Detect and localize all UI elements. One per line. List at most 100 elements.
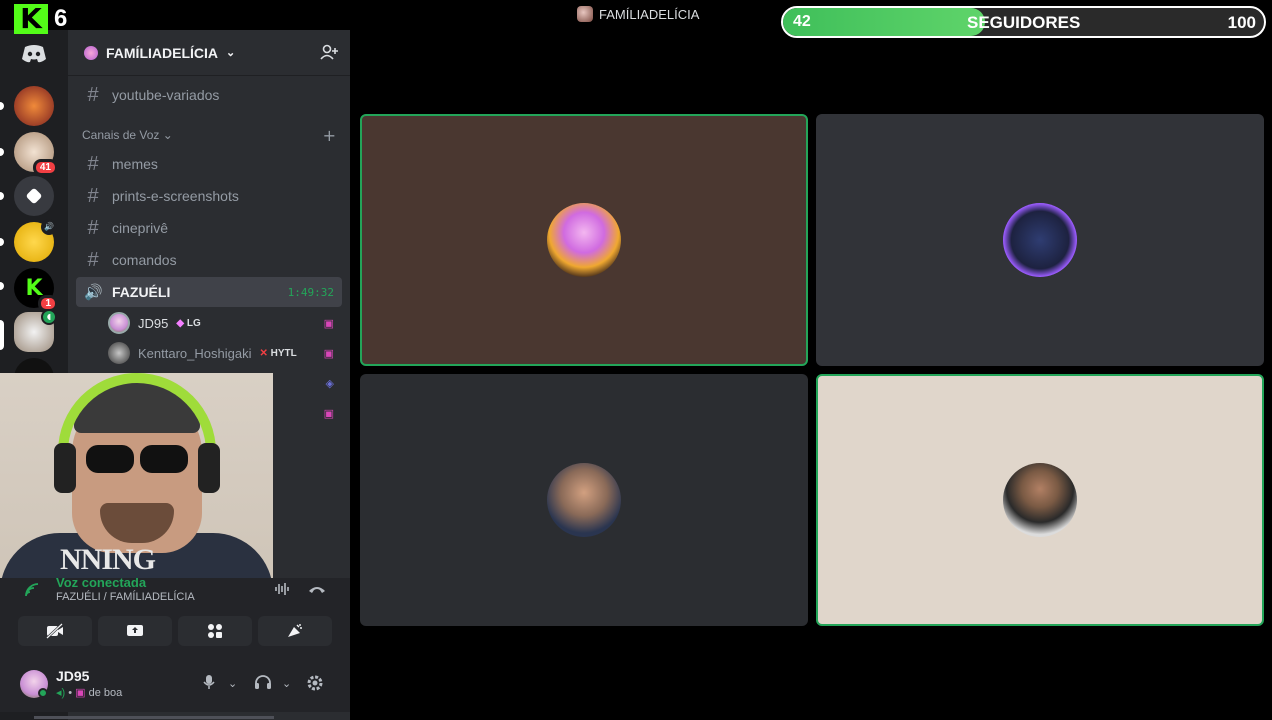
voice-user-name: Kenttaro_Hoshigaki — [138, 345, 252, 361]
voice-stage — [350, 30, 1272, 720]
speaker-muted-icon: ◂) — [56, 687, 66, 699]
followers-current: 42 — [793, 13, 811, 30]
noise-suppression-icon[interactable] — [274, 581, 290, 601]
channel-cineprive[interactable]: # cineprivê — [76, 213, 342, 243]
channel-label: FAZUÉLI — [112, 284, 171, 300]
headphones-icon[interactable] — [254, 674, 272, 694]
voice-user-name: JD95 — [138, 315, 169, 331]
add-channel-icon[interactable]: + — [323, 126, 336, 145]
disconnect-icon[interactable] — [308, 581, 326, 601]
voice-connection-panel: Voz conectada FAZUÉLI / FAMÍLIADELÍCIA — [0, 575, 350, 660]
sword-icon: ✕ — [259, 347, 268, 359]
participant-tile[interactable] — [360, 114, 808, 366]
user-panel: JD95 ◂) • ▣ de boa ⌄ ⌄ — [0, 660, 350, 712]
followers-goal: 100 — [1227, 13, 1256, 32]
activity-icon: ▣ — [323, 347, 334, 360]
server-boost-icon — [84, 45, 98, 60]
channel-memes[interactable]: # memes — [76, 149, 342, 179]
camera-off-icon — [46, 623, 63, 639]
server-icon-familiadelicia[interactable]: ◖ — [14, 309, 57, 352]
user-tag-text: LG — [186, 317, 201, 329]
kick-overlay: K 6 — [14, 4, 67, 34]
hash-icon: # — [87, 83, 99, 106]
soundboard-button[interactable] — [258, 616, 332, 646]
user-tag: ◆ LG — [176, 318, 200, 329]
screen-share-icon — [127, 625, 143, 636]
chevron-down-icon[interactable]: ⌄ — [228, 677, 237, 690]
speaker-icon: 🔊 — [84, 284, 103, 301]
voice-user-kenttaro[interactable]: Kenttaro_Hoshigaki ✕ HYTL ▣ — [108, 339, 342, 367]
activity-icon: ▣ — [75, 687, 86, 699]
user-tag: ✕ HYTL — [259, 348, 296, 359]
mention-badge: 41 — [32, 159, 58, 176]
voice-location[interactable]: FAZUÉLI / FAMÍLIADELÍCIA — [56, 591, 195, 603]
participant-tile[interactable] — [360, 374, 808, 626]
channel-youtube-variados[interactable]: # youtube-variados — [76, 80, 342, 110]
avatar — [547, 463, 621, 537]
channel-prints-e-screenshots[interactable]: # prints-e-screenshots — [76, 181, 342, 211]
horizontal-scrollbar[interactable] — [34, 716, 274, 719]
avatar — [108, 312, 130, 334]
window-title-text: FAMÍLIADELÍCIA — [599, 6, 700, 22]
headset-band — [58, 373, 216, 483]
activities-button[interactable] — [178, 616, 252, 646]
avatar — [1003, 203, 1077, 277]
category-voice-channels[interactable]: Canais de Voz ⌄ — [82, 128, 173, 142]
webcam-overlay: NNING — [0, 373, 273, 578]
server-header[interactable]: FAMÍLIADELÍCIA ⌄ — [68, 30, 350, 76]
sunglasses-right — [140, 445, 188, 473]
server-name: FAMÍLIADELÍCIA — [106, 44, 218, 61]
microphone-icon[interactable] — [202, 674, 216, 694]
chevron-down-icon[interactable]: ⌄ — [282, 677, 291, 690]
shirt-text: NNING — [60, 543, 156, 576]
soundboard-icon — [288, 624, 302, 637]
user-name[interactable]: JD95 — [56, 668, 89, 684]
user-status: ◂) • ▣ de boa — [56, 687, 123, 699]
activity-icon: ▣ — [323, 407, 334, 420]
voice-user-jd95[interactable]: JD95 ◆ LG ▣ — [108, 309, 342, 337]
headset-ear-right — [198, 443, 220, 493]
avatar — [547, 203, 621, 277]
server-icon-goku[interactable] — [14, 86, 54, 126]
participant-tile[interactable] — [816, 374, 1264, 626]
server-icon-emoji[interactable]: 🔊 — [14, 219, 57, 262]
camera-off-button[interactable] — [18, 616, 92, 646]
window-title: FAMÍLIADELÍCIA — [577, 6, 699, 22]
hash-icon: # — [87, 248, 99, 271]
server-avatar-icon — [577, 6, 593, 22]
user-status-text: de boa — [88, 687, 123, 699]
server-icon-bot[interactable] — [14, 176, 54, 216]
kick-count: 6 — [54, 5, 68, 32]
gear-icon[interactable] — [306, 674, 324, 696]
voice-channel-fazueli[interactable]: 🔊 FAZUÉLI 1:49:32 — [76, 277, 342, 307]
online-status-icon — [38, 688, 48, 698]
add-user-icon[interactable] — [320, 44, 338, 64]
kick-logo-icon: K — [14, 4, 48, 34]
channel-label: youtube-variados — [112, 87, 220, 103]
sunglasses-left — [86, 445, 134, 473]
hash-icon: # — [87, 152, 99, 175]
avatar — [108, 342, 130, 364]
hash-icon: # — [87, 216, 99, 239]
headset-ear-left — [54, 443, 76, 493]
hash-icon: # — [87, 184, 99, 207]
gamepad-icon: ◈ — [325, 377, 334, 390]
participant-tile[interactable] — [816, 114, 1264, 366]
channel-label: prints-e-screenshots — [112, 188, 239, 204]
server-icon-anime[interactable]: 41 — [14, 132, 58, 176]
user-tag-text: HYTL — [270, 347, 297, 359]
speaker-icon: 🔊 — [41, 219, 57, 235]
server-icon-kick[interactable]: K 1 — [14, 268, 58, 312]
activities-icon — [208, 624, 222, 638]
followers-progress-fill — [783, 8, 986, 36]
channel-comandos[interactable]: # comandos — [76, 245, 342, 275]
voice-timer: 1:49:32 — [287, 285, 334, 299]
signal-icon — [24, 582, 40, 602]
discord-home-icon[interactable] — [14, 34, 54, 74]
channel-label: comandos — [112, 252, 177, 268]
activity-icon: ▣ — [323, 317, 334, 330]
screen-share-button[interactable] — [98, 616, 172, 646]
avatar — [1003, 463, 1077, 537]
voice-active-icon: ◖ — [41, 309, 57, 325]
gem-icon: ◆ — [176, 317, 185, 329]
